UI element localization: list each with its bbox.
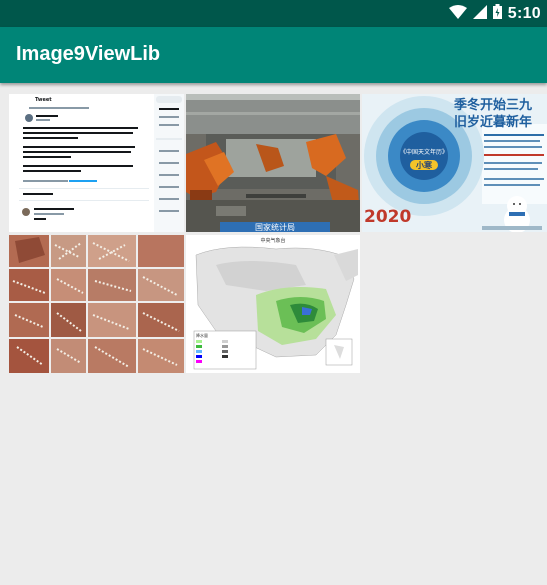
app-title: Image9ViewLib (16, 43, 161, 65)
tweet-header: Tweet (35, 97, 52, 103)
poster-headline-1: 季冬开始三九 (453, 97, 532, 113)
tweet-screenshot-thumbnail[interactable]: Tweet (9, 94, 184, 232)
battery-icon (492, 4, 502, 23)
status-icons: 5:10 (448, 0, 541, 27)
map-title: 中央气象台 (260, 237, 285, 244)
factory-caption: 国家统计局 (255, 222, 295, 232)
poster-headline-2: 旧岁近暮新年 (454, 114, 532, 130)
rock-art-collage-thumbnail[interactable] (9, 235, 184, 373)
xiaohan-solar-term-poster-thumbnail[interactable]: 《中国天文年历》 小寒 季冬开始三九 旧岁近暮新年 2020 (362, 94, 547, 232)
svg-text:《中国天文年历》: 《中国天文年历》 (400, 148, 448, 156)
poster-center-label: 小寒 (415, 160, 433, 170)
map-legend-title: 降水量 (196, 332, 208, 338)
app-bar: Image9ViewLib (0, 27, 547, 83)
status-bar: 5:10 (0, 0, 547, 27)
wifi-icon (448, 4, 467, 23)
poster-year: 2020 (364, 207, 411, 227)
status-time: 5:10 (507, 4, 541, 22)
factory-robots-thumbnail[interactable]: 国家统计局 (186, 94, 360, 232)
precipitation-map-thumbnail[interactable]: 中央气象台 降水量 (186, 235, 360, 373)
cell-signal-icon (472, 4, 487, 23)
